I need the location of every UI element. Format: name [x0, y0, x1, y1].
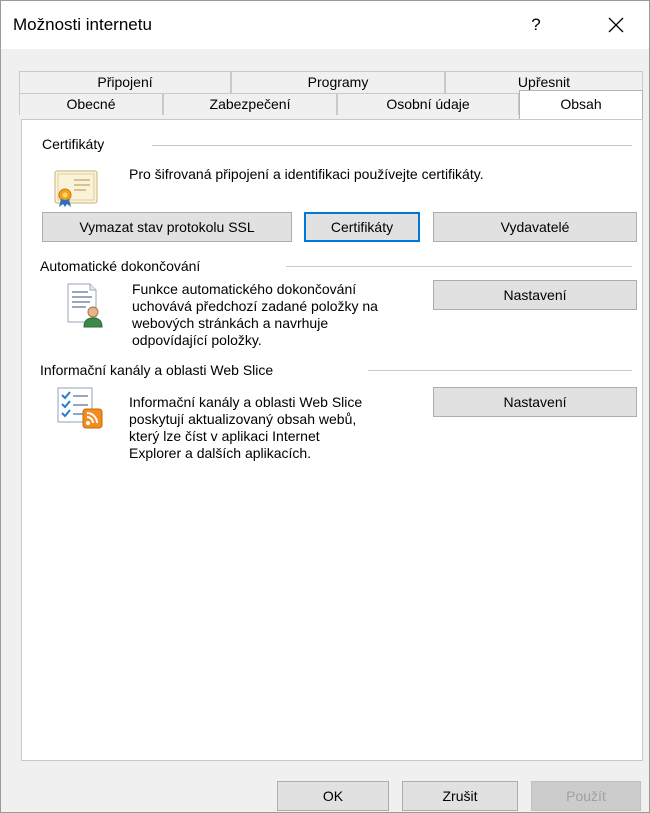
feeds-icon [57, 387, 103, 429]
autocomplete-icon [67, 283, 103, 328]
certificates-divider [152, 145, 632, 146]
apply-button[interactable]: Použít [531, 781, 641, 811]
autocomplete-description: Funkce automatického dokončování uchováv… [132, 281, 378, 348]
close-icon [608, 17, 624, 33]
ok-button[interactable]: OK [277, 781, 389, 811]
title-bar: Možnosti internetu ? [1, 1, 649, 49]
certificates-button[interactable]: Certifikáty [304, 212, 420, 242]
cancel-button[interactable]: Zrušit [402, 781, 518, 811]
internet-options-dialog: Možnosti internetu ? Připojení Programy … [0, 0, 650, 813]
help-button[interactable]: ? [513, 7, 559, 43]
content-panel: Certifikáty Pro šifrovaná připojení a id… [21, 119, 643, 761]
feeds-description: Informační kanály a oblasti Web Slice po… [129, 394, 363, 461]
tab-obsah[interactable]: Obsah [519, 90, 643, 119]
feeds-settings-button[interactable]: Nastavení [433, 387, 637, 417]
certificates-heading: Certifikáty [42, 136, 113, 152]
tab-pripojeni[interactable]: Připojení [19, 71, 231, 93]
window-title: Možnosti internetu [13, 15, 152, 34]
certificates-description: Pro šifrovaná připojení a identifikaci p… [129, 166, 484, 182]
close-button[interactable] [593, 7, 639, 43]
clear-ssl-state-button[interactable]: Vymazat stav protokolu SSL [42, 212, 292, 242]
autocomplete-divider [286, 266, 632, 267]
feeds-heading: Informační kanály a oblasti Web Slice [40, 362, 282, 378]
publishers-button[interactable]: Vydavatelé [433, 212, 637, 242]
tab-programy[interactable]: Programy [231, 71, 445, 93]
tab-zabezpeceni[interactable]: Zabezpečení [163, 93, 337, 115]
autocomplete-settings-button[interactable]: Nastavení [433, 280, 637, 310]
certificate-icon [54, 170, 98, 207]
tab-obecne[interactable]: Obecné [19, 93, 163, 115]
tab-osobni-udaje[interactable]: Osobní údaje [337, 93, 519, 115]
feeds-divider [368, 370, 632, 371]
autocomplete-heading: Automatické dokončování [40, 258, 209, 274]
